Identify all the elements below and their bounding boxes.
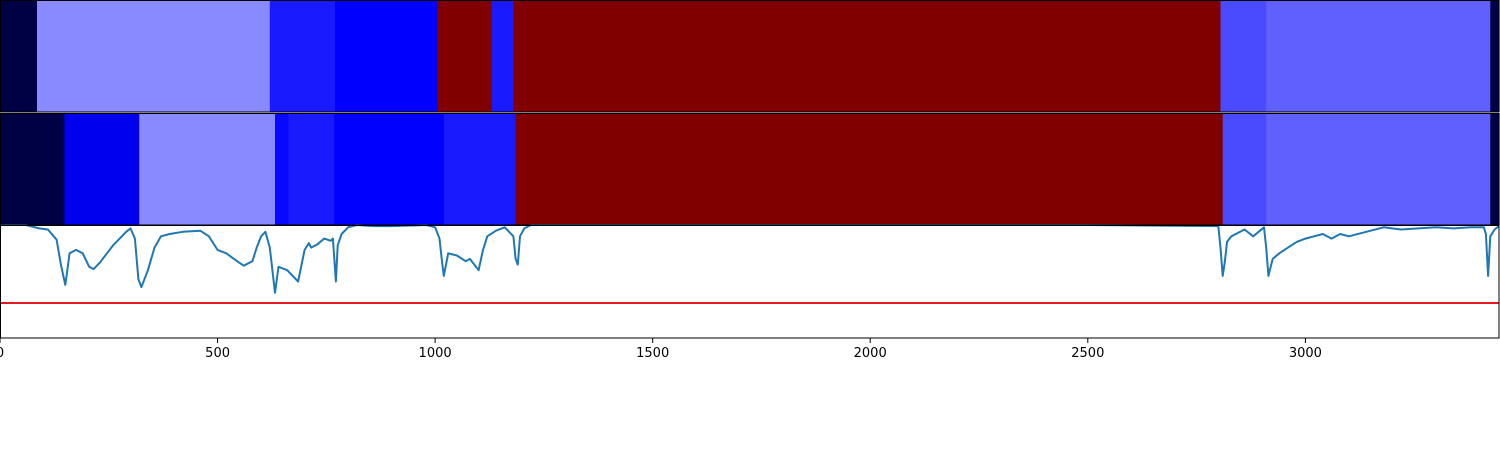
heatmap-1-segment-3: [335, 0, 438, 112]
heatmap-1-segment-9: [1490, 0, 1500, 112]
heatmap-panel-1: [0, 0, 1500, 112]
heatmap-panel-2: [0, 113, 1500, 225]
heatmap-2-segment-10: [1490, 113, 1500, 225]
heatmap-1-segment-2: [269, 0, 336, 112]
heatmap-1-segment-6: [513, 0, 1222, 112]
heatmap-2-segment-0: [0, 113, 65, 225]
heatmap-2-segment-1: [64, 113, 140, 225]
x-tick-label-1: 500: [205, 346, 230, 361]
heatmap-2-segment-4: [288, 113, 335, 225]
heatmap-1-segment-7: [1220, 0, 1267, 112]
heatmap-2-segment-3: [275, 113, 290, 225]
x-tick-label-6: 3000: [1289, 346, 1322, 361]
x-tick-label-4: 2000: [854, 346, 887, 361]
figure: 0 500 1000 1500 2000 2500 3000: [0, 0, 1500, 450]
heatmap-1-segment-1: [36, 0, 271, 112]
heatmap-2-segment-9: [1266, 113, 1491, 225]
heatmap-1-segment-0: [0, 0, 38, 112]
heatmap-1-segment-8: [1266, 0, 1491, 112]
x-tick-label-2: 1000: [419, 346, 452, 361]
x-tick-label-5: 2500: [1071, 346, 1104, 361]
heatmap-1-segment-4: [437, 0, 493, 112]
heatmap-2-segment-8: [1222, 113, 1267, 225]
heatmap-2-segment-6: [443, 113, 517, 225]
heatmap-1-segment-5: [491, 0, 515, 112]
heatmap-2-segment-7: [515, 113, 1224, 225]
heatmap-2-segment-2: [139, 113, 276, 225]
heatmap-2-segment-5: [334, 113, 445, 225]
x-tick-label-0: 0: [0, 346, 4, 361]
x-tick-label-3: 1500: [636, 346, 669, 361]
